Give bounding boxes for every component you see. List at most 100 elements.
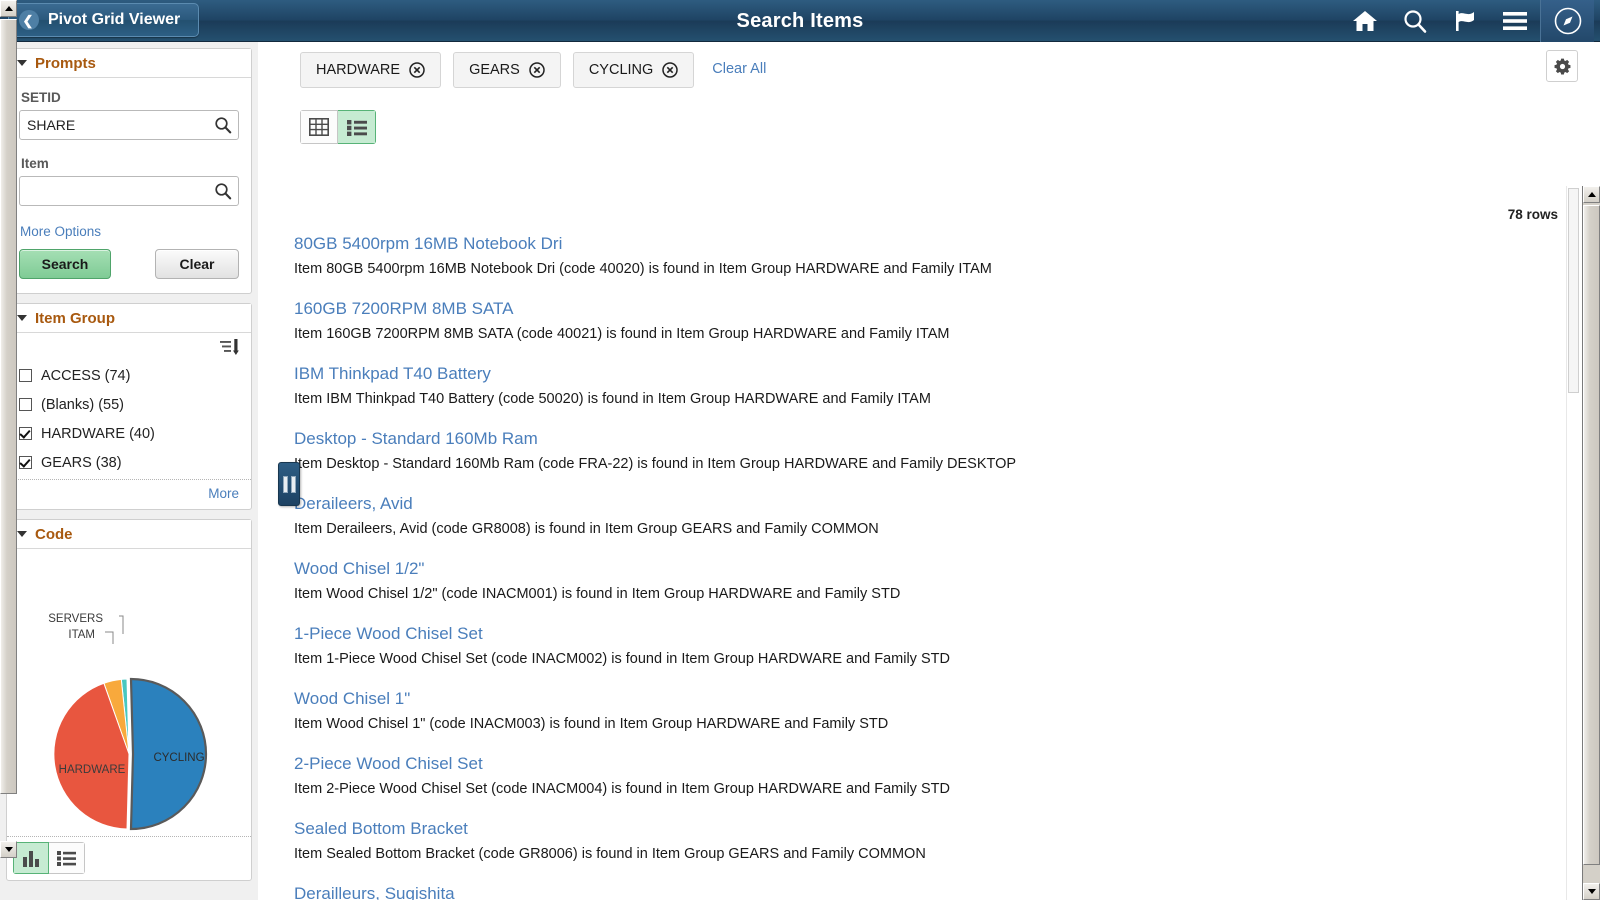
list-item: 80GB 5400rpm 16MB Notebook Dri Item 80GB…: [294, 232, 1526, 280]
result-title-link[interactable]: 160GB 7200RPM 8MB SATA: [294, 297, 1526, 321]
result-title-link[interactable]: 2-Piece Wood Chisel Set: [294, 752, 1526, 776]
setid-input[interactable]: [20, 111, 238, 139]
clear-all-link[interactable]: Clear All: [712, 61, 766, 77]
filter-chip-hardware[interactable]: HARDWARE: [300, 52, 442, 88]
search-button[interactable]: Search: [19, 249, 111, 279]
settings-gear-button[interactable]: [1546, 50, 1578, 82]
code-panel-header[interactable]: Code: [7, 520, 251, 549]
clear-button[interactable]: Clear: [155, 249, 239, 279]
filter-chip-gears[interactable]: GEARS: [453, 52, 561, 88]
code-panel: Code SERVERS ITAM HARDWARE CYCLING: [6, 519, 252, 881]
facet-option-label: GEARS (38): [41, 454, 122, 471]
prompts-panel-header[interactable]: Prompts: [7, 49, 251, 78]
list-view-button[interactable]: [338, 110, 376, 144]
left-sidebar: Prompts SETID Item More Options: [0, 42, 258, 900]
gear-icon: [1554, 58, 1570, 74]
item-input[interactable]: [20, 177, 238, 205]
chart-view-toggle-footer: [7, 837, 251, 880]
pie-label-cycling: CYCLING: [153, 752, 204, 764]
list-item: Deraileers, Avid Item Deraileers, Avid (…: [294, 492, 1526, 540]
result-title-link[interactable]: Sealed Bottom Bracket: [294, 817, 1526, 841]
scroll-up-button[interactable]: [1583, 186, 1600, 203]
remove-filter-icon[interactable]: [529, 62, 545, 78]
chart-view-toggle: [13, 842, 85, 874]
sidebar-scrollbar[interactable]: [0, 0, 18, 858]
list-item: 2-Piece Wood Chisel Set Item 2-Piece Woo…: [294, 752, 1526, 800]
item-group-panel-header[interactable]: Item Group: [7, 304, 251, 333]
chevron-down-icon: [17, 531, 27, 537]
triangle-down-icon: [1587, 889, 1596, 894]
results-view-toggle: [300, 110, 376, 144]
result-title-link[interactable]: Wood Chisel 1": [294, 687, 1526, 711]
scroll-down-button[interactable]: [0, 841, 17, 858]
checkbox-checked-icon[interactable]: [19, 456, 32, 469]
chevron-down-icon: [17, 60, 27, 66]
result-description: Item Wood Chisel 1/2" (code INACM001) is…: [294, 586, 901, 602]
list-chart-view-button[interactable]: [49, 842, 85, 874]
list-item: Sealed Bottom Bracket Item Sealed Bottom…: [294, 817, 1526, 865]
result-title-link[interactable]: Derailleurs, Sugishita: [294, 882, 1526, 900]
list-item: IBM Thinkpad T40 Battery Item IBM Thinkp…: [294, 362, 1526, 410]
main-scrollbar[interactable]: [1582, 186, 1600, 900]
prompts-panel-body: SETID Item More Options Search: [7, 78, 251, 293]
list-item: Wood Chisel 1/2" Item Wood Chisel 1/2" (…: [294, 557, 1526, 605]
item-field-wrapper: [19, 176, 239, 206]
filter-chip-cycling[interactable]: CYCLING: [572, 52, 695, 88]
remove-filter-icon[interactable]: [409, 62, 425, 78]
results-list-viewport: 80GB 5400rpm 16MB Notebook Dri Item 80GB…: [278, 228, 1600, 900]
result-title-link[interactable]: 80GB 5400rpm 16MB Notebook Dri: [294, 232, 1526, 256]
checkbox-unchecked-icon[interactable]: [19, 369, 32, 382]
item-lookup-icon[interactable]: [214, 182, 232, 200]
bar-chart-view-button[interactable]: [13, 842, 49, 874]
facet-more-link[interactable]: More: [208, 486, 239, 501]
result-title-link[interactable]: Wood Chisel 1/2": [294, 557, 1526, 581]
chevron-down-icon: [17, 315, 27, 321]
panel-splitter-handle[interactable]: [278, 462, 300, 506]
result-title-link[interactable]: 1-Piece Wood Chisel Set: [294, 622, 1526, 646]
compass-icon[interactable]: [1540, 0, 1594, 42]
checkbox-unchecked-icon[interactable]: [19, 398, 32, 411]
scroll-up-button[interactable]: [0, 0, 17, 17]
grid-view-button[interactable]: [300, 110, 338, 144]
header-icon-group: [1340, 0, 1594, 42]
item-group-panel-title: Item Group: [35, 309, 116, 327]
result-description: Item 160GB 7200RPM 8MB SATA (code 40021)…: [294, 326, 950, 342]
results-list: 80GB 5400rpm 16MB Notebook Dri Item 80GB…: [278, 228, 1526, 900]
menu-icon[interactable]: [1490, 0, 1540, 42]
facet-option-label: (Blanks) (55): [41, 396, 124, 413]
back-button[interactable]: ❮ Pivot Grid Viewer: [8, 3, 200, 37]
results-inner-scrollbar[interactable]: [1566, 186, 1580, 900]
facet-option-access[interactable]: ACCESS (74): [19, 361, 239, 390]
results-inner-scrollbar-thumb[interactable]: [1568, 188, 1579, 393]
sort-icon[interactable]: [220, 338, 240, 356]
setid-label: SETID: [21, 90, 61, 105]
triangle-down-icon: [4, 847, 13, 852]
code-pie-chart[interactable]: SERVERS ITAM HARDWARE CYCLING: [7, 549, 251, 837]
scrollbar-thumb[interactable]: [1583, 205, 1600, 865]
result-description: Item Wood Chisel 1" (code INACM003) is f…: [294, 716, 889, 732]
flag-icon[interactable]: [1440, 0, 1490, 42]
checkbox-checked-icon[interactable]: [19, 427, 32, 440]
list-item: Wood Chisel 1" Item Wood Chisel 1" (code…: [294, 687, 1526, 735]
home-icon[interactable]: [1340, 0, 1390, 42]
filter-chips-bar: HARDWARE GEARS CYCLING Clear All: [278, 42, 1600, 96]
scrollbar-thumb[interactable]: [0, 19, 17, 794]
item-group-panel-body: ACCESS (74) (Blanks) (55) HARDWARE (40) …: [7, 333, 251, 479]
setid-lookup-icon[interactable]: [214, 116, 232, 134]
pie-label-hardware: HARDWARE: [59, 764, 126, 776]
result-description: Item 80GB 5400rpm 16MB Notebook Dri (cod…: [294, 261, 992, 277]
result-title-link[interactable]: Deraileers, Avid: [294, 492, 1526, 516]
facet-option-hardware[interactable]: HARDWARE (40): [19, 419, 239, 448]
remove-filter-icon[interactable]: [662, 62, 679, 78]
result-description: Item IBM Thinkpad T40 Battery (code 5002…: [294, 391, 931, 407]
result-description: Item 1-Piece Wood Chisel Set (code INACM…: [294, 651, 950, 667]
more-options-link[interactable]: More Options: [20, 224, 101, 239]
facet-option-gears[interactable]: GEARS (38): [19, 448, 239, 477]
facet-option-blanks[interactable]: (Blanks) (55): [19, 390, 239, 419]
triangle-up-icon: [4, 6, 13, 11]
result-title-link[interactable]: Desktop - Standard 160Mb Ram: [294, 427, 1526, 451]
search-icon[interactable]: [1390, 0, 1440, 42]
result-title-link[interactable]: IBM Thinkpad T40 Battery: [294, 362, 1526, 386]
splitter-bar: [290, 475, 296, 493]
scroll-down-button[interactable]: [1583, 883, 1600, 900]
